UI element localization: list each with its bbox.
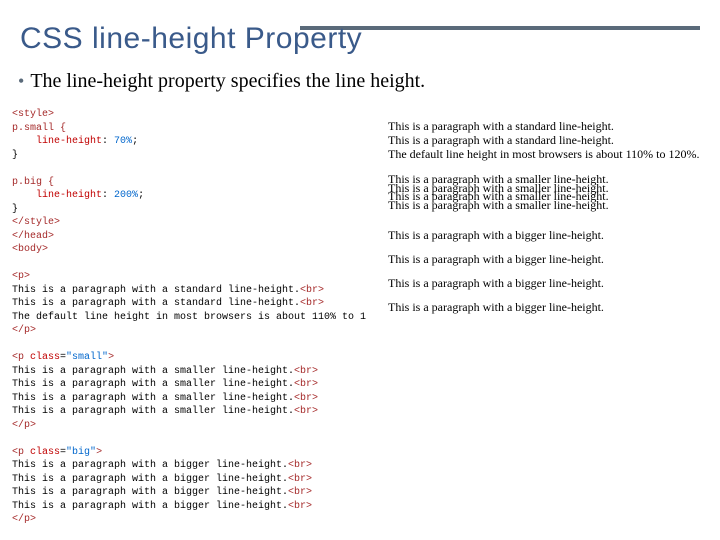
bullet-icon: • — [18, 71, 24, 91]
code-sml2: This is a paragraph with a smaller line-… — [12, 379, 294, 390]
render-std3: The default line height in most browsers… — [388, 147, 700, 161]
code-block: <style> p.small { line-height: 70%; } p.… — [12, 108, 366, 527]
bullet-text: The line-height property specifies the l… — [30, 70, 425, 92]
bullet-item: • The line-height property specifies the … — [18, 70, 425, 93]
code-sel-big: p.big { — [12, 177, 54, 188]
slide: CSS line-height Property • The line-heigh… — [0, 0, 720, 540]
code-p-close1: </p> — [12, 325, 36, 336]
code-std2: This is a paragraph with a standard line… — [12, 298, 300, 309]
code-big2: This is a paragraph with a bigger line-h… — [12, 474, 288, 485]
code-sml3: This is a paragraph with a smaller line-… — [12, 393, 294, 404]
code-head-close: </head> — [12, 231, 54, 242]
code-prop2: line-height — [36, 190, 102, 201]
code-body-open: <body> — [12, 244, 48, 255]
code-val1: 70% — [114, 136, 132, 147]
slide-title: CSS line-height Property — [20, 22, 362, 56]
code-sel-small: p.small { — [12, 123, 66, 134]
code-std1: This is a paragraph with a standard line… — [12, 285, 300, 296]
code-p-open: <p> — [12, 271, 30, 282]
code-big1: This is a paragraph with a bigger line-h… — [12, 460, 288, 471]
code-big4: This is a paragraph with a bigger line-h… — [12, 501, 288, 512]
code-std3: The default line height in most browsers… — [12, 312, 366, 323]
render-big3: This is a paragraph with a bigger line-h… — [388, 276, 604, 290]
render-standard: This is a paragraph with a standard line… — [388, 120, 708, 161]
code-style-open: <style> — [12, 109, 54, 120]
render-big4: This is a paragraph with a bigger line-h… — [388, 300, 604, 314]
code-sml4: This is a paragraph with a smaller line-… — [12, 406, 294, 417]
code-p-close2: </p> — [12, 420, 36, 431]
code-sml1: This is a paragraph with a smaller line-… — [12, 366, 294, 377]
render-output: This is a paragraph with a standard line… — [388, 120, 708, 321]
render-std1: This is a paragraph with a standard line… — [388, 119, 614, 133]
render-sml4: This is a paragraph with a smaller line-… — [388, 198, 609, 212]
code-big3: This is a paragraph with a bigger line-h… — [12, 487, 288, 498]
code-prop1: line-height — [36, 136, 102, 147]
code-close2: } — [12, 204, 18, 215]
code-close1: } — [12, 150, 18, 161]
render-big: This is a paragraph with a bigger line-h… — [388, 223, 708, 319]
render-big1: This is a paragraph with a bigger line-h… — [388, 228, 604, 242]
render-big2: This is a paragraph with a bigger line-h… — [388, 252, 604, 266]
render-std2: This is a paragraph with a standard line… — [388, 133, 614, 147]
render-small: This is a paragraph with a smaller line-… — [388, 175, 708, 209]
code-style-close: </style> — [12, 217, 60, 228]
code-val2: 200% — [114, 190, 138, 201]
code-p-close3: </p> — [12, 514, 36, 525]
